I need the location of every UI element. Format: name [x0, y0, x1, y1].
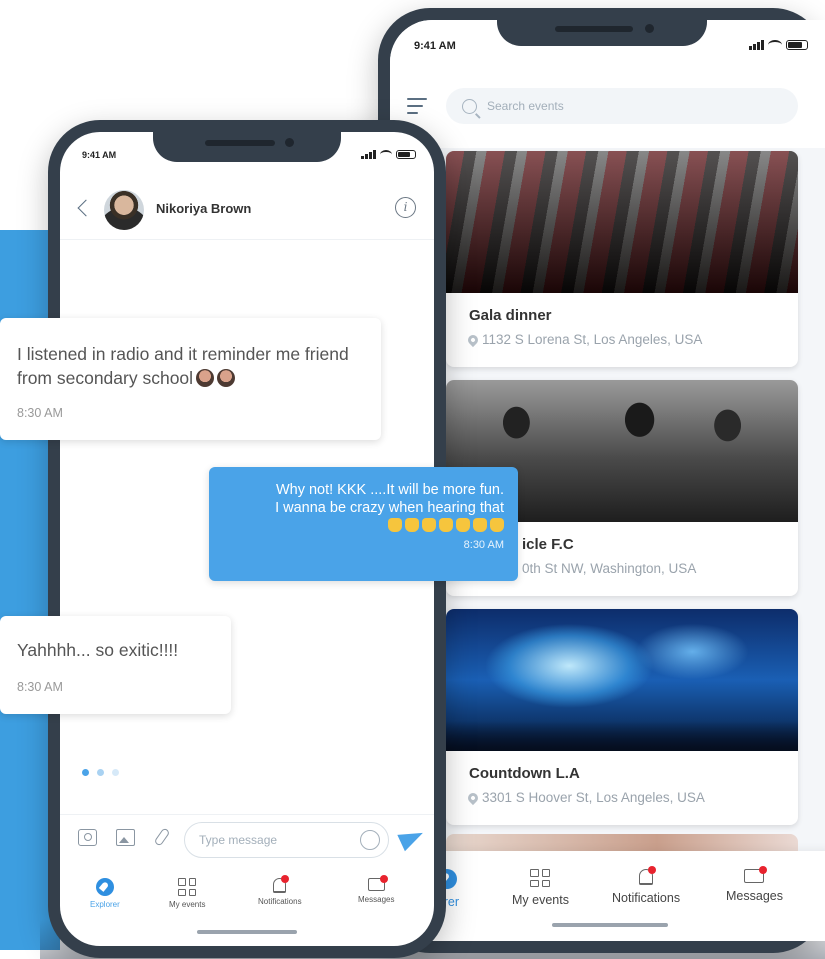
event-address-text: 1132 S Lorena St, Los Angeles, USA	[482, 332, 703, 347]
message-time: 8:30 AM	[463, 539, 504, 551]
tab-label: My events	[169, 900, 206, 909]
message-bubble-incoming[interactable]: Yahhhh... so exitic!!!! 8:30 AM	[0, 616, 231, 714]
chat-icon	[744, 866, 768, 883]
status-time: 9:41 AM	[82, 150, 117, 160]
message-bubble-outgoing[interactable]: Why not! KKK ....It will be more fun. I …	[209, 467, 518, 581]
contact-name: Nikoriya Brown	[156, 201, 252, 216]
event-address: 1132 S Lorena St, Los Angeles, USA	[465, 332, 703, 347]
event-address-text: 3301 S Hoover St, Los Angeles, USA	[482, 790, 705, 805]
event-address-text: 0th St NW, Washington, USA	[522, 561, 697, 576]
send-icon[interactable]	[397, 824, 427, 852]
attachment-icon[interactable]	[153, 827, 171, 847]
avatar[interactable]	[104, 190, 144, 230]
chat-icon	[367, 875, 388, 891]
event-address: 3301 S Hoover St, Los Angeles, USA	[465, 790, 705, 805]
info-icon[interactable]: i	[395, 197, 416, 218]
message-time: 8:30 AM	[17, 406, 63, 420]
event-image	[446, 151, 798, 293]
search-input[interactable]: Search events	[446, 88, 798, 124]
search-placeholder: Search events	[487, 99, 564, 113]
notification-dot	[379, 875, 388, 883]
speaker	[554, 26, 633, 32]
battery-icon	[396, 150, 416, 159]
event-card-countdown[interactable]: Countdown L.A 3301 S Hoover St, Los Ange…	[446, 609, 798, 825]
home-indicator	[552, 923, 668, 927]
event-title: Gala dinner	[469, 307, 552, 324]
chat-tabbar: Explorer My events Notifications Message…	[60, 870, 434, 942]
event-title: Countdown L.A	[469, 765, 580, 782]
tab-my-events[interactable]: My events	[512, 869, 569, 907]
camera	[285, 138, 294, 147]
speaker	[205, 140, 275, 146]
tab-label: Notifications	[612, 891, 681, 905]
home-indicator	[197, 930, 297, 934]
tab-notifications[interactable]: Notifications	[612, 866, 681, 905]
back-chevron-icon[interactable]	[77, 199, 95, 217]
tab-explorer[interactable]: Explorer	[90, 878, 120, 909]
signal-icon	[361, 150, 376, 159]
wifi-icon	[768, 40, 782, 50]
bell-icon	[639, 866, 657, 885]
tab-label: Messages	[358, 895, 395, 904]
tab-messages[interactable]: Messages	[358, 875, 395, 904]
status-icons	[749, 40, 808, 50]
grid-icon	[530, 869, 551, 887]
event-title: icle F.C	[522, 536, 574, 553]
menu-icon[interactable]	[407, 98, 427, 119]
camera-icon[interactable]	[78, 829, 97, 846]
emoji-hands-icon	[227, 517, 504, 535]
search-icon	[462, 98, 477, 114]
notification-dot	[281, 875, 290, 883]
wifi-icon	[380, 150, 392, 159]
location-pin-icon	[465, 790, 481, 805]
compass-icon	[95, 878, 114, 896]
emoji-face-icon	[217, 369, 236, 387]
event-address: 0th St NW, Washington, USA	[522, 561, 696, 576]
tab-label: Messages	[726, 889, 783, 903]
tab-label: Explorer	[90, 900, 120, 909]
phone-notch	[496, 8, 707, 46]
status-icons	[361, 150, 416, 159]
message-text: Yahhhh... so exitic!!!!	[17, 640, 179, 660]
events-tabbar: lorer My events Notifications Messages	[390, 851, 825, 941]
message-bubble-incoming[interactable]: I listened in radio and it reminder me f…	[0, 318, 381, 440]
battery-icon	[786, 40, 808, 50]
notification-dot	[648, 866, 657, 874]
emoji-face-icon	[196, 369, 215, 387]
bell-icon	[273, 875, 290, 893]
message-input[interactable]: Type message	[184, 822, 389, 858]
status-time: 9:41 AM	[414, 40, 456, 52]
signal-icon	[749, 40, 764, 50]
event-card-gala[interactable]: Gala dinner 1132 S Lorena St, Los Angele…	[446, 151, 798, 367]
event-image	[446, 609, 798, 751]
message-placeholder: Type message	[199, 833, 278, 847]
location-pin-icon	[465, 332, 481, 347]
emoji-icon[interactable]	[360, 830, 380, 850]
tab-label: Notifications	[258, 897, 302, 906]
camera	[644, 24, 654, 33]
tab-my-events[interactable]: My events	[169, 878, 205, 909]
typing-indicator	[82, 769, 119, 776]
grid-icon	[178, 878, 197, 896]
notification-dot	[759, 866, 768, 874]
message-text: Why not! KKK ....It will be more fun. I …	[227, 481, 504, 535]
message-text: I listened in radio and it reminder me f…	[17, 344, 349, 388]
tab-label: My events	[512, 893, 569, 907]
tab-notifications[interactable]: Notifications	[258, 875, 302, 906]
message-time: 8:30 AM	[17, 680, 63, 694]
phone-notch	[153, 120, 341, 162]
image-icon[interactable]	[116, 829, 135, 846]
message-composer: Type message	[60, 814, 434, 862]
tab-messages[interactable]: Messages	[726, 866, 783, 903]
